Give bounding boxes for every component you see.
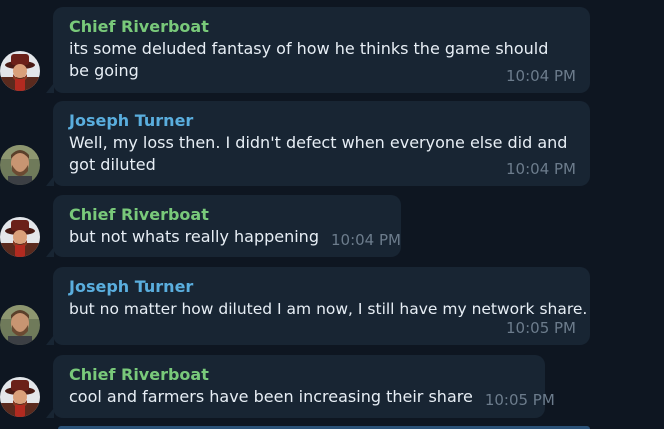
message-text: cool and farmers have been increasing th… [69,386,555,411]
avatar-chief-riverboat[interactable] [0,217,40,257]
message-text-content: cool and farmers have been increasing th… [69,387,473,406]
timestamp: 10:05 PM [484,391,555,409]
message-bubble[interactable]: Chief Riverboat but not whats really hap… [46,195,401,257]
bubble-tail [46,247,54,257]
bubble-tail [46,83,54,93]
message-bubble[interactable]: Joseph Turner Well, my loss then. I didn… [46,101,590,186]
timestamp: 10:04 PM [506,67,576,85]
avatar-chief-riverboat[interactable] [0,377,40,417]
timestamp: 10:04 PM [330,231,401,249]
author-name[interactable]: Joseph Turner [69,110,576,132]
bubble-tail [46,408,54,418]
message-text: but not whats really happening 10:04 PM [69,226,401,251]
timestamp: 10:05 PM [506,319,576,337]
author-name[interactable]: Joseph Turner [69,276,576,298]
message-bubble[interactable]: Chief Riverboat its some deluded fantasy… [46,7,590,93]
author-name[interactable]: Chief Riverboat [69,364,531,386]
bubble-tail [46,335,54,345]
bubble-tail [46,176,54,186]
author-name[interactable]: Chief Riverboat [69,16,576,38]
timestamp: 10:04 PM [506,160,576,178]
avatar-joseph-turner[interactable] [0,305,40,345]
avatar-chief-riverboat[interactable] [0,51,40,91]
message-text: its some deluded fantasy of how he think… [69,39,549,80]
author-name[interactable]: Chief Riverboat [69,204,387,226]
avatar-joseph-turner[interactable] [0,145,40,185]
message-text: Well, my loss then. I didn't defect when… [69,133,568,174]
message-bubble[interactable]: Chief Riverboat cool and farmers have be… [46,355,555,418]
message-text-content: but not whats really happening [69,227,319,246]
message-text: but no matter how diluted I am now, I st… [69,300,588,318]
message-bubble[interactable]: Joseph Turner but no matter how diluted … [46,267,590,345]
